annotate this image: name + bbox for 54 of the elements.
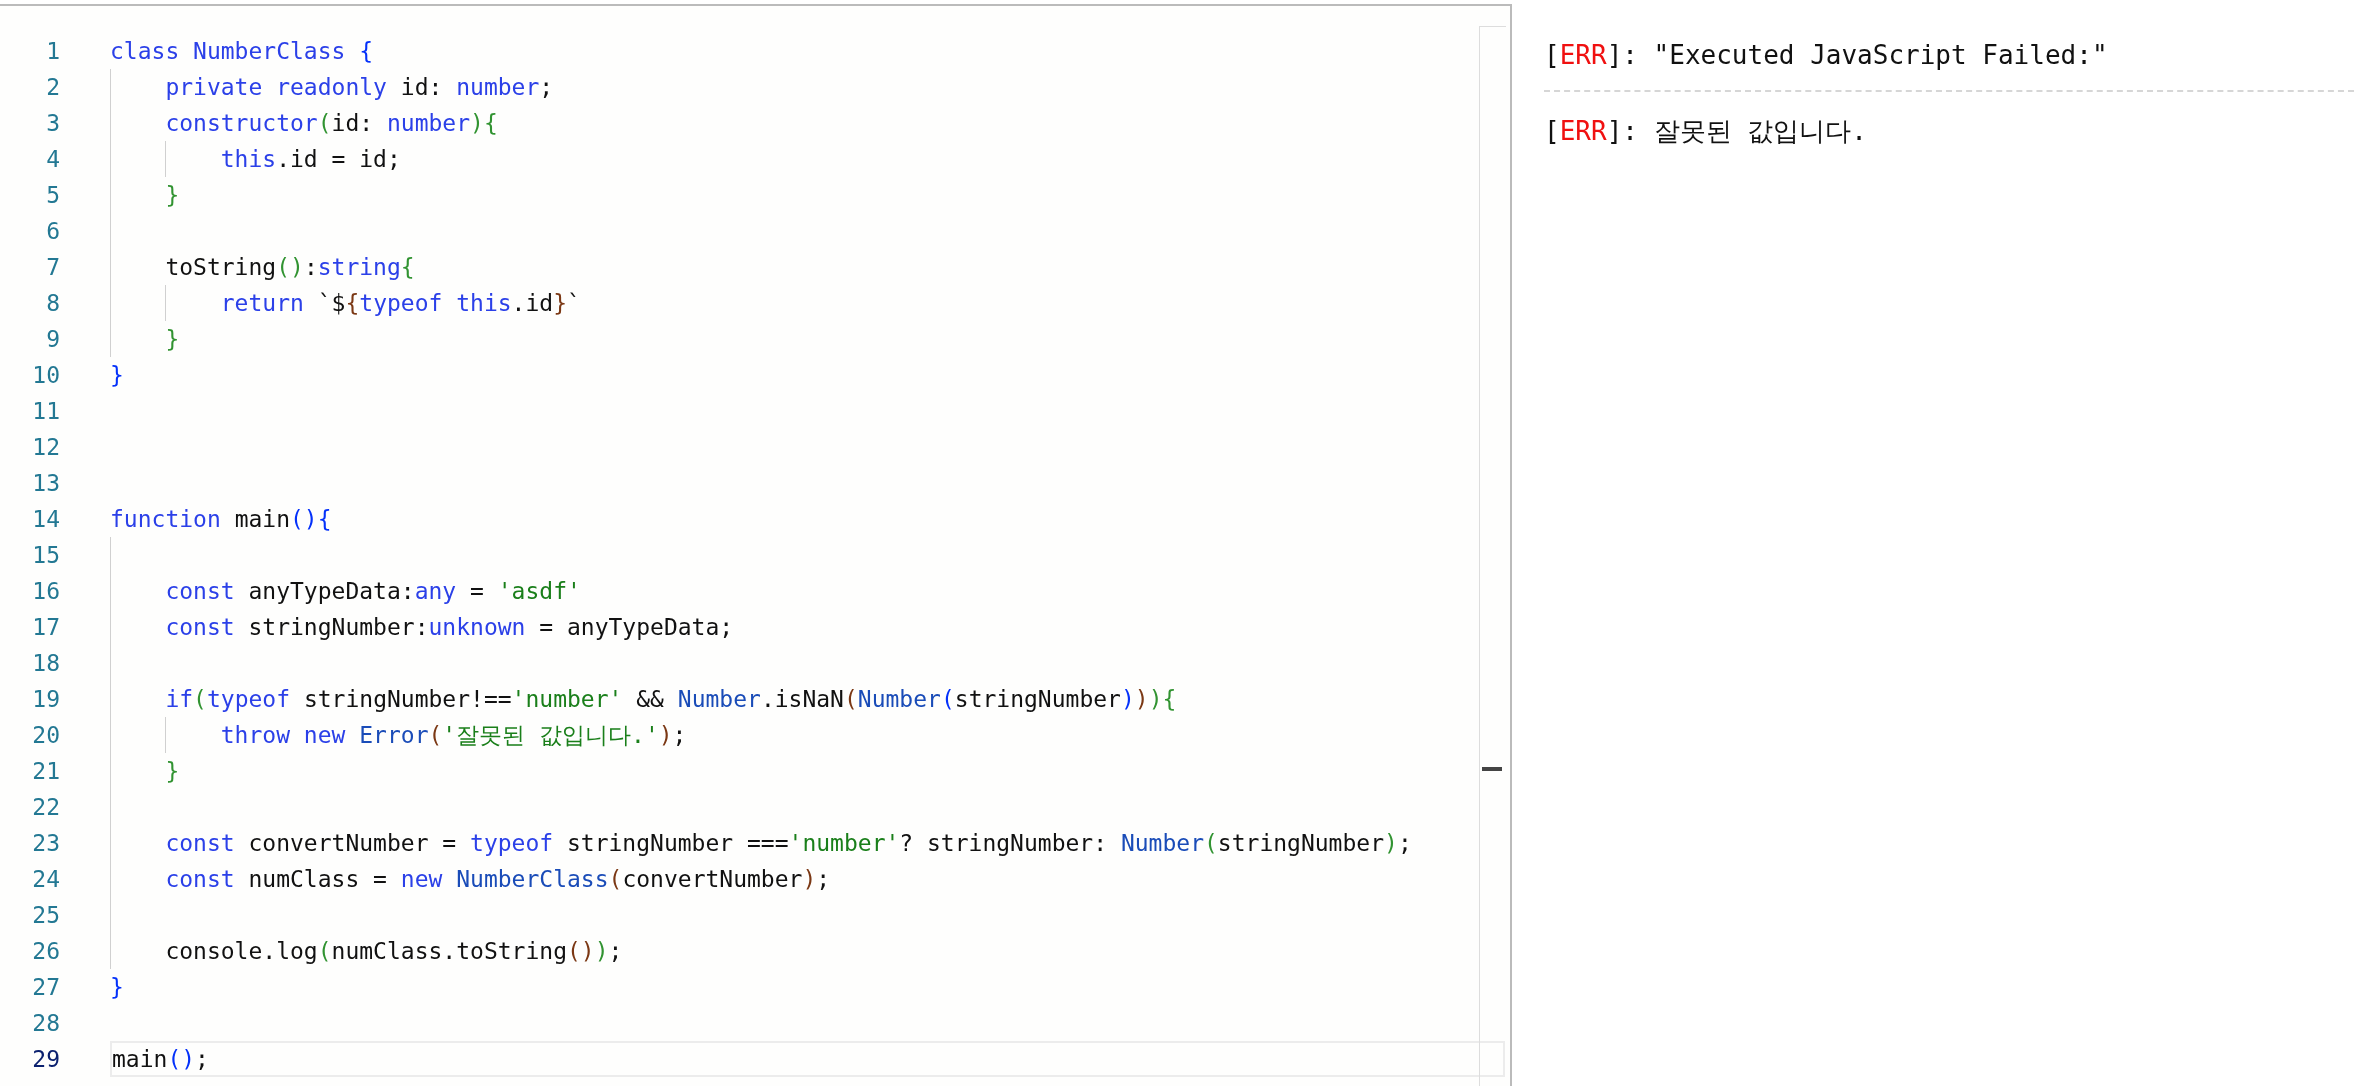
line-number: 28 xyxy=(31,1010,60,1036)
line-number: 21 xyxy=(31,758,60,784)
log-message: [ERR]: "Executed JavaScript Failed:" xyxy=(1544,39,2108,72)
code-line: main(); xyxy=(112,1045,209,1074)
code-line: throw new Error('잘못된 값입니다.'); xyxy=(219,721,687,750)
line-number: 6 xyxy=(45,218,60,244)
code-line: if(typeof stringNumber!=='number' && Number.isNaN(Number(stringNumber))){ xyxy=(164,685,1177,714)
line-number: 24 xyxy=(31,866,60,892)
line-number: 7 xyxy=(45,254,60,280)
code-line: } xyxy=(110,361,124,390)
line-number: 15 xyxy=(31,542,60,568)
line-number: 10 xyxy=(31,362,60,388)
line-number: 5 xyxy=(45,182,60,208)
code-editor[interactable] xyxy=(0,4,1512,1086)
code-line: return `${typeof this.id}` xyxy=(219,289,581,318)
line-number: 22 xyxy=(31,794,60,820)
code-line: class NumberClass { xyxy=(110,37,374,66)
line-number: 16 xyxy=(31,578,60,604)
line-number: 25 xyxy=(31,902,60,928)
code-line: constructor(id: number){ xyxy=(164,109,498,138)
log-message: [ERR]: 잘못된 값입니다. xyxy=(1544,115,1867,148)
code-line: } xyxy=(164,325,180,354)
line-number: 17 xyxy=(31,614,60,640)
code-line: toString():string{ xyxy=(164,253,415,282)
line-number: 3 xyxy=(45,110,60,136)
line-number: 14 xyxy=(31,506,60,532)
line-number: 19 xyxy=(31,686,60,712)
code-line: } xyxy=(164,181,180,210)
code-line: function main(){ xyxy=(110,505,332,534)
code-line: const numClass = new NumberClass(convertNumber); xyxy=(164,865,831,894)
line-number: 12 xyxy=(31,434,60,460)
line-number: 1 xyxy=(45,38,60,64)
code-line: const convertNumber = typeof stringNumber ==='number'? stringNumber: Number(stringNumber); xyxy=(164,829,1412,858)
line-number: 23 xyxy=(31,830,60,856)
line-number: 2 xyxy=(45,74,60,100)
line-number: 9 xyxy=(45,326,60,352)
line-number: 4 xyxy=(45,146,60,172)
line-number: 26 xyxy=(31,938,60,964)
line-number: 13 xyxy=(31,470,60,496)
overview-ruler[interactable] xyxy=(1479,26,1506,1086)
line-number: 18 xyxy=(31,650,60,676)
code-line: private readonly id: number; xyxy=(164,73,554,102)
line-number: 8 xyxy=(45,290,60,316)
code-line: } xyxy=(164,757,180,786)
line-number: 20 xyxy=(31,722,60,748)
code-line: this.id = id; xyxy=(219,145,401,174)
code-line: } xyxy=(110,973,124,1002)
code-line: console.log(numClass.toString()); xyxy=(164,937,623,966)
line-number: 11 xyxy=(31,398,60,424)
cursor-marker xyxy=(1482,767,1502,771)
code-line: const stringNumber:unknown = anyTypeData; xyxy=(164,613,734,642)
line-number: 29 xyxy=(31,1046,60,1072)
line-number: 27 xyxy=(31,974,60,1000)
code-line: const anyTypeData:any = 'asdf' xyxy=(164,577,581,606)
